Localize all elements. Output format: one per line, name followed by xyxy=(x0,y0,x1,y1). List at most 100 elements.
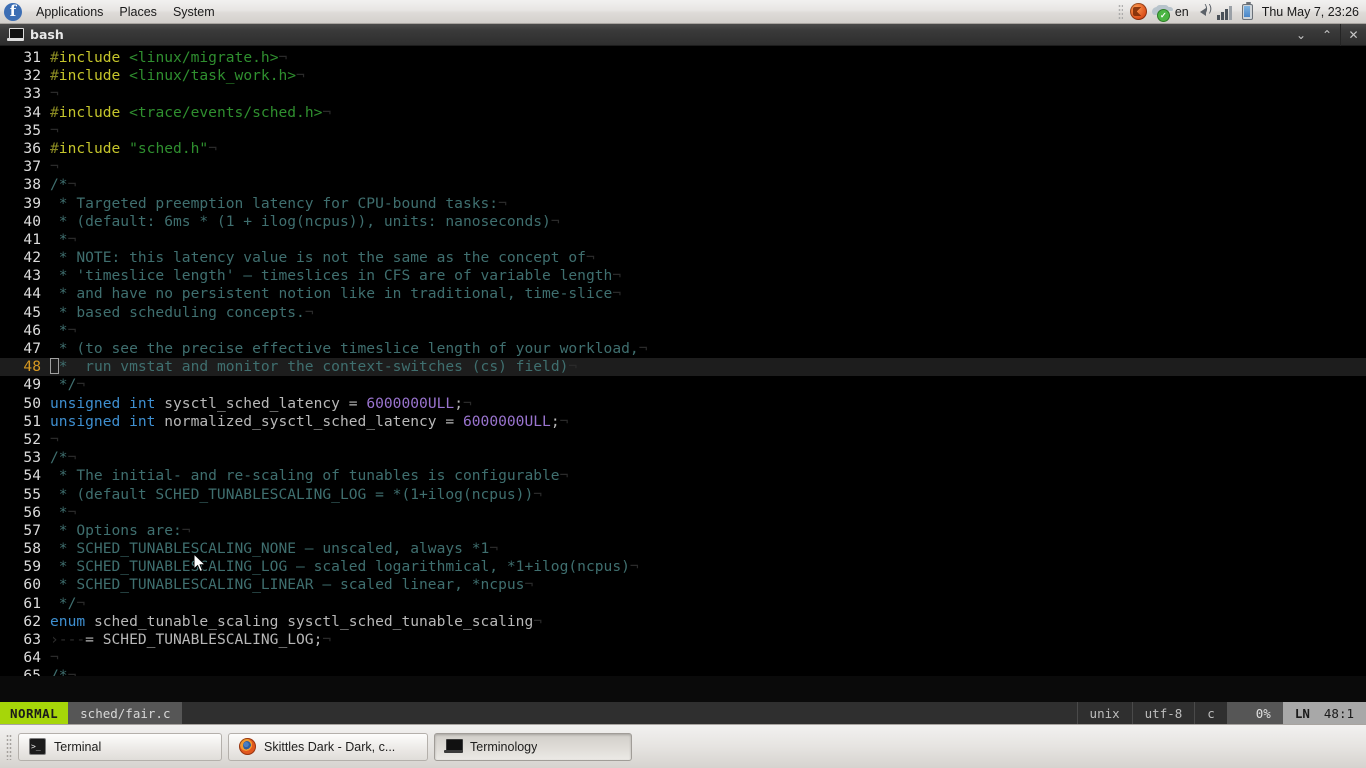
code-token: ¬ xyxy=(50,430,59,448)
code-line: 56 *¬ xyxy=(0,504,1366,522)
code-line-text: *¬ xyxy=(50,504,1366,522)
code-line-text: * and have no persistent notion like in … xyxy=(50,285,1366,303)
terminal-icon xyxy=(29,738,46,755)
code-token: unsigned int xyxy=(50,394,156,412)
code-token: include xyxy=(58,67,121,85)
code-token: include xyxy=(58,139,121,157)
code-token: /* xyxy=(50,667,68,676)
code-token: # xyxy=(50,67,59,85)
keyboard-layout-indicator[interactable]: en xyxy=(1174,5,1190,19)
code-line: 50 unsigned int sysctl_sched_latency = 60… xyxy=(0,395,1366,413)
code-token: ¬ xyxy=(67,449,77,467)
clock[interactable]: Thu May 7, 23:26 xyxy=(1258,5,1359,19)
line-number: 62 xyxy=(23,612,41,630)
menu-system[interactable]: System xyxy=(165,2,223,22)
code-line-text: #include <trace/events/sched.h>¬ xyxy=(50,104,1366,122)
taskbar-grip-handle[interactable] xyxy=(6,733,12,760)
code-token: * 'timeslice length' – timeslices in CFS… xyxy=(50,267,613,285)
status-mode: NORMAL xyxy=(0,702,69,724)
code-token: * xyxy=(50,503,68,521)
code-token: * SCHED_TUNABLESCALING_LINEAR – scaled l… xyxy=(50,576,525,594)
line-number: 36 xyxy=(23,139,41,157)
update-notifier-icon[interactable] xyxy=(1129,3,1147,20)
line-number: 33 xyxy=(23,85,41,103)
editor-status-bar: NORMAL sched/fair.c unix utf-8 c 0% LN 4… xyxy=(0,702,1366,724)
menu-places[interactable]: Places xyxy=(111,2,165,22)
code-line: 49 */¬ xyxy=(0,376,1366,394)
fedora-logo[interactable] xyxy=(4,1,22,21)
system-tray: en Thu May 7, 23:26 xyxy=(1117,1,1366,22)
code-token: unsigned int xyxy=(50,412,156,430)
signal-strength-icon[interactable] xyxy=(1216,3,1234,20)
volume-icon[interactable] xyxy=(1195,2,1212,20)
taskbar-item-terminology[interactable]: Terminology xyxy=(434,732,632,761)
status-position: LN 48:1 xyxy=(1282,702,1366,724)
battery-icon[interactable] xyxy=(1241,1,1253,20)
code-line-text: ¬ xyxy=(50,649,1366,667)
code-token: 6000000ULL xyxy=(462,412,551,430)
code-token: * (default: 6ms * (1 + ilog(ncpus)), uni… xyxy=(50,212,551,230)
status-filename: sched/fair.c xyxy=(68,702,183,724)
code-token: ¬ xyxy=(50,121,59,139)
code-token: # xyxy=(50,49,59,66)
code-token: normalized_sysctl_sched_latency = xyxy=(155,412,463,430)
close-icon[interactable]: ✕ xyxy=(1340,23,1366,46)
taskbar-item-label: Skittles Dark - Dark, c... xyxy=(264,739,396,754)
code-line-text: #include "sched.h"¬ xyxy=(50,140,1366,158)
code-token: ¬ xyxy=(550,212,560,230)
code-token: /* xyxy=(50,449,68,467)
tray-grip-handle[interactable] xyxy=(1117,3,1123,20)
code-line: 43 * 'timeslice length' – timeslices in … xyxy=(0,267,1366,285)
status-filetype: c xyxy=(1194,702,1227,724)
code-token: * NOTE: this latency value is not the sa… xyxy=(50,249,586,267)
code-line-text: * SCHED_TUNABLESCALING_NONE – unscaled, … xyxy=(50,540,1366,558)
code-line-text: * Options are:¬ xyxy=(50,522,1366,540)
code-line: 44 * and have no persistent notion like … xyxy=(0,285,1366,303)
code-token: "sched.h" xyxy=(129,139,209,157)
maximize-icon[interactable]: ⌃ xyxy=(1314,24,1340,46)
code-token: ¬ xyxy=(498,194,507,212)
code-token: ¬ xyxy=(50,649,59,667)
code-line: 62 enum sched_tunable_scaling sysctl_sche… xyxy=(0,613,1366,631)
line-number: 52 xyxy=(23,430,41,448)
code-token: */ xyxy=(50,376,77,394)
code-line: 55 * (default SCHED_TUNABLESCALING_LOG =… xyxy=(0,486,1366,504)
code-line-text: #include <linux/task_work.h>¬ xyxy=(50,67,1366,85)
taskbar-item-terminal[interactable]: Terminal xyxy=(18,732,222,761)
code-token: ¬ xyxy=(612,267,622,285)
cloud-sync-ok-icon[interactable] xyxy=(1151,3,1170,22)
code-token: ›--- xyxy=(50,631,86,648)
code-line: 60 * SCHED_TUNABLESCALING_LINEAR – scale… xyxy=(0,576,1366,594)
minimize-icon[interactable]: ⌄ xyxy=(1288,24,1314,46)
line-number: 35 xyxy=(23,121,41,139)
menu-applications[interactable]: Applications xyxy=(28,2,111,22)
line-number: 65 xyxy=(23,667,41,676)
code-line-text: * Targeted preemption latency for CPU-bo… xyxy=(50,195,1366,213)
line-number: 61 xyxy=(23,594,41,612)
code-line-text: * run vmstat and monitor the context-swi… xyxy=(50,358,1366,376)
code-token: include xyxy=(58,103,121,121)
gnome-bottom-panel: Terminal Skittles Dark - Dark, c... Term… xyxy=(0,724,1366,768)
line-number: 31 xyxy=(23,49,41,66)
code-line: 37 ¬ xyxy=(0,158,1366,176)
line-number: 53 xyxy=(23,449,41,467)
code-token: ¬ xyxy=(489,540,499,558)
line-number: 47 xyxy=(23,340,41,357)
code-line: 46 *¬ xyxy=(0,322,1366,340)
taskbar-item-firefox[interactable]: Skittles Dark - Dark, c... xyxy=(228,732,428,761)
window-titlebar[interactable]: bash ⌄ ⌃ ✕ xyxy=(0,23,1366,46)
line-number: 60 xyxy=(23,576,41,594)
code-token: ; xyxy=(550,412,560,430)
line-number: 37 xyxy=(23,158,41,176)
code-line-text: #include <linux/migrate.h>¬ xyxy=(50,49,1366,67)
code-line: 61 */¬ xyxy=(0,595,1366,613)
line-number: 57 xyxy=(23,521,41,539)
code-line-text: ¬ xyxy=(50,431,1366,449)
code-line: 38 /*¬ xyxy=(0,176,1366,194)
status-position-label: LN xyxy=(1294,705,1310,721)
terminal-icon xyxy=(7,28,24,41)
line-number: 51 xyxy=(23,412,41,430)
status-spacer xyxy=(182,702,1076,724)
code-editor-viewport[interactable]: 31 #include <linux/migrate.h>¬ 32 #include … xyxy=(0,46,1366,676)
code-line-text: * The initial- and re-scaling of tunable… xyxy=(50,467,1366,485)
